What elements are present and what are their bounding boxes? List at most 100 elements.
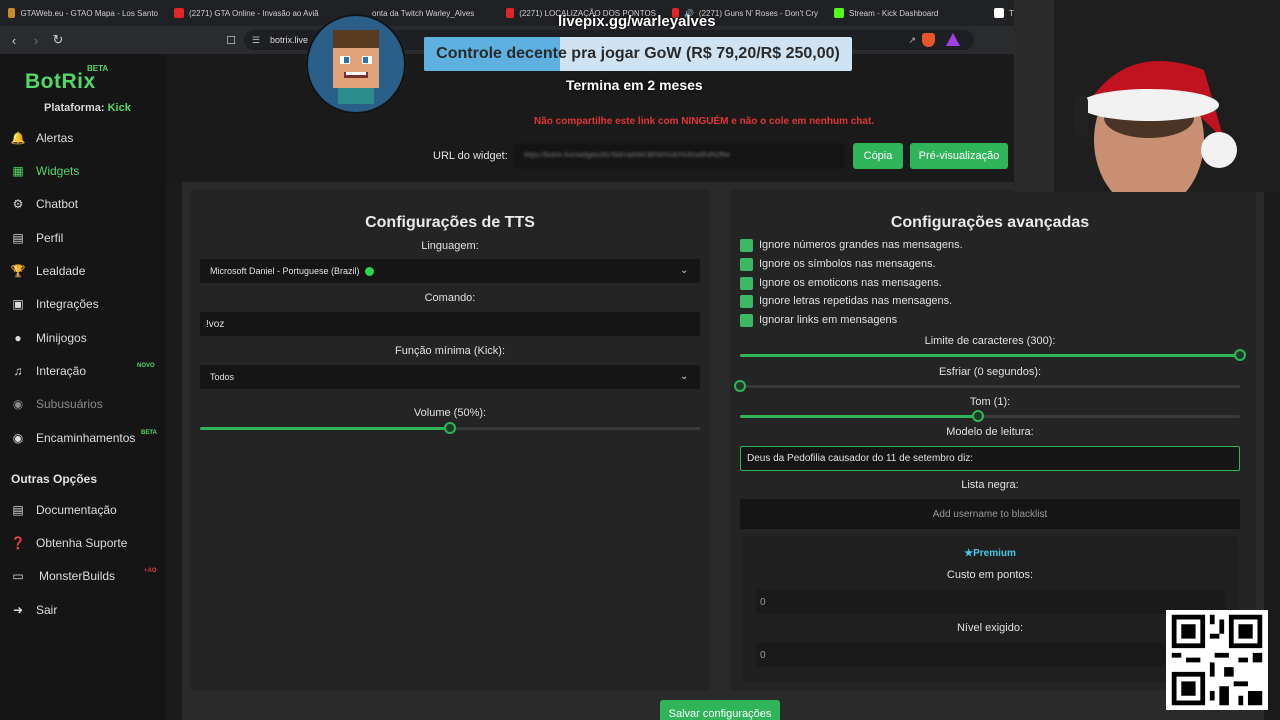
char-limit-slider-handle[interactable]	[1234, 349, 1246, 361]
cooldown-slider[interactable]	[734, 380, 1240, 392]
sidebar-item-label: Interação	[36, 364, 87, 378]
copy-button[interactable]: Cópia	[853, 143, 903, 169]
option-ignore-big-numbers[interactable]: Ignore números grandes nas mensagens.	[740, 237, 963, 253]
sidebar-item-perfil[interactable]: ▤ Perfil	[10, 226, 63, 250]
language-value: Microsoft Daniel - Portuguese (Brazil)	[210, 266, 360, 276]
option-ignore-emotes[interactable]: Ignore os emoticons nas mensagens.	[740, 275, 942, 291]
help-icon: ❓	[10, 536, 26, 550]
sidebar-item-subusuarios[interactable]: ◉ Subusuários	[10, 392, 103, 416]
sidebar-item-suporte[interactable]: ❓ Obtenha Suporte	[10, 531, 128, 555]
volume-slider[interactable]	[200, 422, 700, 434]
sidebar-item-label: Minijogos	[36, 331, 87, 345]
sidebar-item-integracoes[interactable]: ▣ Integrações	[10, 292, 98, 316]
char-limit-slider[interactable]	[740, 349, 1246, 361]
required-level-input[interactable]: 0	[756, 643, 1226, 667]
qr-code-icon	[1167, 610, 1267, 710]
security-warning: Não compartilhe este link com NINGUÉM e …	[534, 116, 875, 127]
checkbox-checked[interactable]	[740, 313, 753, 327]
qr-code-image	[1166, 610, 1268, 710]
blacklist-label: Lista negra:	[961, 479, 1019, 491]
option-ignore-links[interactable]: Ignorar links em mensagens	[740, 312, 897, 328]
widget-url-field[interactable]: https://botrix.live/widgets/tts?bid=qi6W…	[514, 144, 844, 168]
sidebar-item-widgets[interactable]: ▦ Widgets	[10, 159, 79, 183]
sidebar-item-sair[interactable]: ➜ Sair	[10, 598, 57, 622]
sidebar-item-label: Subusuários	[36, 397, 103, 411]
sidebar-item-label: Documentação	[36, 503, 117, 517]
checkbox-checked[interactable]	[740, 294, 753, 308]
preview-button[interactable]: Pré-visualização	[910, 143, 1008, 169]
webcam-overlay	[1014, 0, 1280, 192]
sidebar-item-interacao[interactable]: ♫ Interação	[10, 359, 87, 383]
sidebar-item-minijogos[interactable]: ● Minijogos	[10, 326, 87, 350]
bookmark-icon[interactable]: ☐	[221, 30, 241, 50]
tab-favicon-icon	[8, 8, 16, 18]
promo-badge: +AO	[144, 568, 157, 574]
voice-status-dot	[364, 266, 374, 276]
sidebar-item-label: Perfil	[36, 231, 64, 245]
language-select[interactable]: Microsoft Daniel - Portuguese (Brazil) ⌄	[200, 259, 700, 283]
rewards-icon[interactable]	[946, 33, 960, 46]
minecraft-face-icon	[306, 14, 406, 114]
save-settings-button[interactable]: Salvar configurações	[660, 700, 780, 720]
reading-template-input[interactable]: Deus da Pedofilia causador do 11 de sete…	[740, 446, 1240, 471]
sidebar-item-lealdade[interactable]: 🏆 Lealdade	[10, 259, 86, 283]
volume-slider-handle[interactable]	[444, 422, 456, 434]
share-icon[interactable]: ↗	[908, 35, 916, 46]
checkbox-checked[interactable]	[740, 238, 753, 252]
option-ignore-symbols[interactable]: Ignore os símbolos nas mensagens.	[740, 256, 936, 272]
star-icon: ★	[964, 548, 974, 559]
other-options-title: Outras Opções	[11, 472, 98, 486]
volume-label: Volume (50%):	[413, 407, 487, 419]
donation-goal-text: Controle decente pra jogar GoW (R$ 79,20…	[436, 45, 840, 62]
tab-label: GTAWeb.eu - GTAO Mapa - Los Santo	[20, 8, 158, 18]
points-cost-label: Custo em pontos:	[946, 569, 1034, 581]
pitch-slider[interactable]	[740, 410, 1240, 422]
site-settings-icon[interactable]: ☰	[252, 35, 260, 46]
command-label: Comando:	[424, 292, 476, 304]
sidebar-item-label: Chatbot	[36, 197, 79, 211]
reload-icon[interactable]: ↻	[48, 30, 68, 50]
checkbox-checked[interactable]	[740, 276, 753, 290]
logout-icon: ➜	[12, 603, 24, 617]
sidebar: BotRix BETA Plataforma: Kick 🔔 Alertas ▦ W…	[0, 54, 166, 720]
required-level-label: Nível exigido:	[956, 622, 1024, 634]
webcam-person-image	[1014, 0, 1280, 192]
points-cost-input[interactable]: 0	[756, 590, 1226, 614]
advanced-settings-title: Configurações avançadas	[890, 214, 1090, 231]
chevron-down-icon: ⌄	[680, 371, 689, 382]
char-limit-label: Limite de caracteres (300):	[924, 335, 1056, 347]
sidebar-item-label: Encaminhamentos	[36, 431, 136, 445]
sidebar-item-chatbot[interactable]: ⚙ Chatbot	[10, 192, 78, 216]
tab-label: (2271) GTA Online - Invasão ao Aviã	[189, 8, 319, 18]
sidebar-item-encaminhamentos[interactable]: ◉ Encaminhamentos	[10, 426, 136, 450]
sidebar-item-monsterbuilds[interactable]: ▭ MonsterBuilds	[10, 564, 115, 588]
sidebar-item-label: Obtenha Suporte	[36, 536, 128, 550]
tab-label: (2271) Guns N' Roses - Don't Cry	[698, 8, 818, 18]
id-card-icon: ▤	[12, 231, 24, 245]
forward-icon[interactable]: ›	[26, 30, 46, 50]
cooldown-slider-handle[interactable]	[734, 380, 746, 392]
sidebar-item-documentacao[interactable]: ▤ Documentação	[10, 498, 117, 522]
option-label: Ignorar links em mensagens	[759, 314, 898, 326]
plug-icon: ▣	[12, 297, 24, 311]
min-role-select[interactable]: Todos ⌄	[200, 365, 700, 389]
checkbox-checked[interactable]	[740, 257, 753, 271]
brave-shield-icon[interactable]	[922, 33, 935, 47]
volume-slider-fill	[200, 427, 450, 430]
sidebar-item-alertas[interactable]: 🔔 Alertas	[10, 126, 74, 150]
min-role-label: Função mínima (Kick):	[394, 345, 506, 357]
browser-tab[interactable]: GTAWeb.eu - GTAO Mapa - Los Santo	[0, 0, 166, 26]
premium-heading: ★Premium	[742, 548, 1238, 559]
pitch-slider-handle[interactable]	[971, 410, 984, 422]
botrix-logo[interactable]: BotRix	[25, 70, 96, 94]
command-input[interactable]: !voz	[200, 312, 700, 336]
kick-icon	[834, 8, 844, 18]
reading-template-label: Modelo de leitura:	[946, 426, 1034, 438]
tab-favicon-icon	[994, 8, 1004, 18]
widget-url-label: URL do widget:	[433, 150, 508, 162]
browser-tab[interactable]: Stream - Kick Dashboard	[826, 0, 986, 26]
trophy-icon: 🏆	[10, 264, 26, 278]
back-icon[interactable]: ‹	[4, 30, 24, 50]
option-ignore-repeated-letters[interactable]: Ignore letras repetidas nas mensagens.	[740, 293, 952, 309]
blacklist-input[interactable]: Add username to blacklist	[740, 499, 1240, 529]
